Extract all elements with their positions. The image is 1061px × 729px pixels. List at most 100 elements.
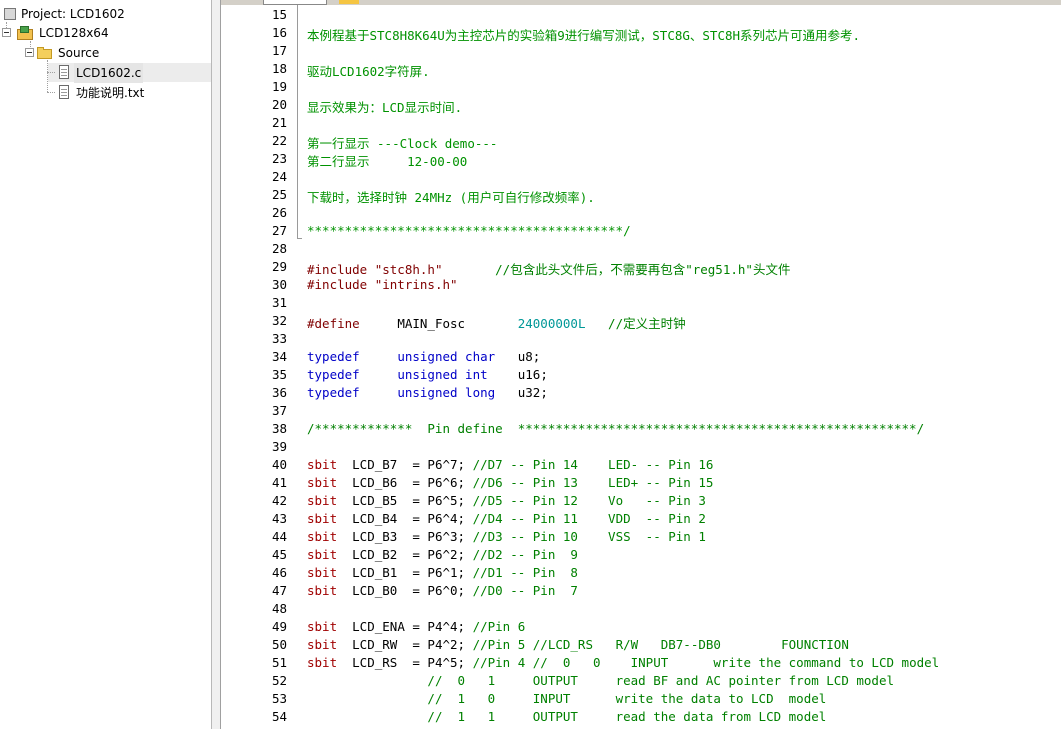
code-line[interactable]: typedef unsigned long u32; [307, 385, 548, 400]
tree-item-target[interactable]: LCD128x64 [16, 22, 111, 42]
code-line[interactable]: typedef unsigned int u16; [307, 367, 548, 382]
code-token: "stc8h.h" [374, 262, 443, 277]
code-token: // 1 0 INPUT write the data to LCD model [427, 691, 827, 706]
tree-item-file-readme[interactable]: 功能说明.txt [57, 82, 146, 102]
line-number: 51 [271, 655, 287, 670]
code-token: sbit [307, 511, 338, 526]
collapse-toggle-icon[interactable] [25, 48, 34, 57]
code-line[interactable]: #define MAIN_Fosc 24000000L //定义主时钟 [307, 313, 686, 332]
code-token: #include [307, 262, 375, 277]
tree-item-source-group[interactable]: Source [37, 42, 101, 62]
code-line[interactable]: sbit LCD_B1 = P6^1; //D1 -- Pin 8 [307, 565, 578, 580]
code-token: #include [307, 277, 375, 292]
code-line[interactable]: ****************************************… [307, 223, 631, 238]
tree-item-label: 功能说明.txt [76, 85, 145, 100]
code-token: 显示效果为：LCD显示时间. [307, 100, 463, 115]
code-line[interactable]: 显示效果为：LCD显示时间. [307, 97, 462, 116]
code-line[interactable]: #include "stc8h.h" //包含此头文件后，不需要再包含"reg5… [307, 259, 790, 278]
code-token: sbit [307, 619, 338, 634]
tree-item-file-lcd1602[interactable]: LCD1602.c [57, 62, 144, 83]
editor-tab-strip [221, 0, 1061, 5]
code-line[interactable]: 驱动LCD1602字符屏. [307, 61, 430, 80]
code-token: // 0 1 OUTPUT read BF and AC pointer fro… [427, 673, 895, 688]
code-line[interactable]: sbit LCD_RW = P4^2; //Pin 5 //LCD_RS R/W… [307, 637, 849, 652]
line-number: 40 [271, 457, 287, 472]
code-line[interactable]: 第一行显示 ---Clock demo--- [307, 133, 497, 152]
code-token: LCD_B7 = P6^7; [337, 457, 473, 472]
code-line[interactable]: 第二行显示 12-00-00 [307, 151, 467, 170]
code-line[interactable]: sbit LCD_RS = P4^5; //Pin 4 // 0 0 INPUT… [307, 655, 939, 670]
line-number: 30 [271, 277, 287, 292]
project-icon [3, 7, 16, 20]
code-line[interactable]: sbit LCD_B7 = P6^7; //D7 -- Pin 14 LED- … [307, 457, 713, 472]
code-line[interactable]: sbit LCD_B4 = P6^4; //D4 -- Pin 11 VDD -… [307, 511, 706, 526]
code-line[interactable]: sbit LCD_ENA = P4^4; //Pin 6 [307, 619, 525, 634]
code-line[interactable]: #include "intrins.h" [307, 277, 458, 292]
line-number: 31 [271, 295, 287, 310]
code-token: //D0 -- Pin 7 [472, 583, 578, 598]
line-number: 54 [271, 709, 287, 724]
file-icon [57, 84, 71, 101]
line-number: 32 [271, 313, 287, 328]
folder-icon [37, 46, 53, 60]
code-token: // 1 1 OUTPUT read the data from LCD mod… [427, 709, 827, 724]
line-number: 47 [271, 583, 287, 598]
code-line[interactable]: sbit LCD_B3 = P6^3; //D3 -- Pin 10 VSS -… [307, 529, 706, 544]
code-token: sbit [307, 457, 338, 472]
code-token: #define [307, 316, 360, 331]
code-token: LCD_B4 = P6^4; [337, 511, 473, 526]
code-token: "intrins.h" [374, 277, 458, 292]
code-line[interactable]: 本例程基于STC8H8K64U为主控芯片的实验箱9进行编写测试，STC8G、ST… [307, 25, 860, 44]
code-token: LCD_B5 = P6^5; [337, 493, 473, 508]
line-number: 35 [271, 367, 287, 382]
code-token: unsigned int [397, 367, 488, 382]
code-line[interactable]: // 0 1 OUTPUT read BF and AC pointer fro… [307, 673, 894, 688]
panel-splitter[interactable] [212, 0, 220, 729]
code-token: LCD_RW = P4^2; [337, 637, 473, 652]
line-number: 19 [271, 79, 287, 94]
tree-item-label: LCD128x64 [39, 25, 109, 40]
line-number: 48 [271, 601, 287, 616]
code-line[interactable]: // 1 1 OUTPUT read the data from LCD mod… [307, 709, 826, 724]
code-token: //D4 -- Pin 11 VDD -- Pin 2 [472, 511, 706, 526]
line-number: 33 [271, 331, 287, 346]
code-line[interactable]: typedef unsigned char u8; [307, 349, 540, 364]
tree-line [47, 72, 55, 73]
code-line[interactable]: 下载时，选择时钟 24MHz (用户可自行修改频率). [307, 187, 595, 206]
code-token: typedef [307, 385, 360, 400]
line-number: 39 [271, 439, 287, 454]
collapse-toggle-icon[interactable] [2, 28, 11, 37]
code-token: unsigned long [397, 385, 496, 400]
tree-line [47, 92, 55, 93]
tree-item-project[interactable]: Project: LCD1602 [3, 3, 127, 23]
code-token: //D2 -- Pin 9 [472, 547, 578, 562]
code-token: LCD_B1 = P6^1; [337, 565, 473, 580]
line-number: 49 [271, 619, 287, 634]
code-line[interactable]: sbit LCD_B6 = P6^6; //D6 -- Pin 13 LED+ … [307, 475, 713, 490]
code-token: LCD_RS = P4^5; [337, 655, 473, 670]
code-token: //D5 -- Pin 12 Vo -- Pin 3 [472, 493, 706, 508]
code-line[interactable]: sbit LCD_B5 = P6^5; //D5 -- Pin 12 Vo --… [307, 493, 706, 508]
editor-tab[interactable] [339, 0, 359, 4]
target-icon [16, 25, 34, 40]
code-line[interactable]: // 1 0 INPUT write the data to LCD model [307, 691, 826, 706]
line-number: 20 [271, 97, 287, 112]
code-token: sbit [307, 493, 338, 508]
code-token: u8; [495, 349, 541, 364]
tree-item-label: LCD1602.c [74, 62, 144, 83]
code-line[interactable]: sbit LCD_B2 = P6^2; //D2 -- Pin 9 [307, 547, 578, 562]
code-token: LCD_B2 = P6^2; [337, 547, 473, 562]
code-token: unsigned char [397, 349, 496, 364]
code-token: //D7 -- Pin 14 LED- -- Pin 16 [472, 457, 714, 472]
code-editor[interactable]: 15 16 本例程基于STC8H8K64U为主控芯片的实验箱9进行编写测试，STC8… [220, 0, 1061, 729]
code-token: sbit [307, 475, 338, 490]
line-number: 50 [271, 637, 287, 652]
code-line[interactable]: /************* Pin define **************… [307, 421, 924, 436]
code-line[interactable]: sbit LCD_B0 = P6^0; //D0 -- Pin 7 [307, 583, 578, 598]
